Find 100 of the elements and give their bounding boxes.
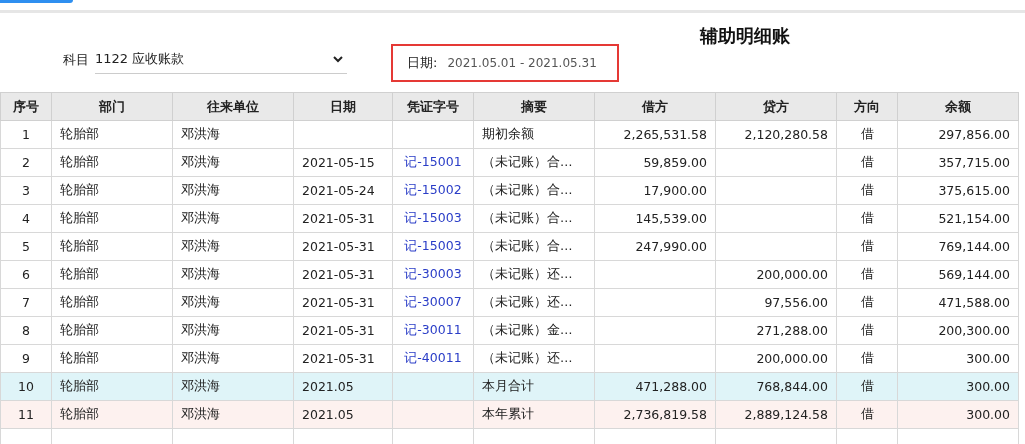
table-cell: 邓洪海 (172, 260, 294, 289)
table-cell: 2021-05-31 (293, 204, 393, 233)
table-cell: 借 (836, 260, 898, 289)
table-cell: 本年累计 (473, 400, 595, 429)
table-cell: 轮胎部 (51, 316, 173, 345)
table-cell: 297,856.00 (897, 120, 1019, 149)
table-cell: 2021-05-31 (293, 316, 393, 345)
table-cell: （未记账）还… (473, 288, 595, 317)
table-cell: 轮胎部 (51, 204, 173, 233)
table-cell: 邓洪海 (172, 204, 294, 233)
table-cell: 2021-05-31 (293, 344, 393, 373)
table-cell: 4 (0, 204, 52, 233)
table-cell: 300.00 (897, 400, 1019, 429)
table-cell: 邓洪海 (172, 120, 294, 149)
table-cell: 271,288.00 (715, 316, 837, 345)
column-header: 凭证字号 (392, 92, 474, 121)
table-cell: 769,144.00 (897, 232, 1019, 261)
column-header: 序号 (0, 92, 52, 121)
table-cell: 2021-05-15 (293, 148, 393, 177)
table-cell: 7 (0, 288, 52, 317)
table-cell: （未记账）合… (473, 232, 595, 261)
table-cell: 471,288.00 (594, 372, 716, 401)
table-cell: 借 (836, 120, 898, 149)
column-header: 日期 (293, 92, 393, 121)
table-cell: 2,736,819.58 (594, 400, 716, 429)
table-cell: 200,000.00 (715, 344, 837, 373)
chevron-down-icon (333, 55, 343, 63)
table-cell: 247,990.00 (594, 232, 716, 261)
table-cell: 借 (836, 344, 898, 373)
table-cell: 6 (0, 260, 52, 289)
table-cell: 200,000.00 (715, 260, 837, 289)
table-cell: 借 (836, 400, 898, 429)
column-header: 借方 (594, 92, 716, 121)
table-cell: 轮胎部 (51, 148, 173, 177)
table-cell: 97,556.00 (715, 288, 837, 317)
table-cell: 轮胎部 (51, 400, 173, 429)
table-cell: 2021.05 (293, 400, 393, 429)
table-cell: 1 (0, 120, 52, 149)
subject-label: 科目 (63, 51, 89, 69)
table-cell: 300.00 (897, 344, 1019, 373)
table-cell: 轮胎部 (51, 176, 173, 205)
table-cell: 10 (0, 372, 52, 401)
table-cell: （未记账）金… (473, 316, 595, 345)
table-cell: 145,539.00 (594, 204, 716, 233)
column-header: 余额 (897, 92, 1019, 121)
table-cell: 借 (836, 288, 898, 317)
table-cell: 2021.05 (293, 372, 393, 401)
table-cell: 2021-05-31 (293, 232, 393, 261)
table-cell: 邓洪海 (172, 176, 294, 205)
table-cell: 9 (0, 344, 52, 373)
table-cell: 借 (836, 204, 898, 233)
table-cell: 邓洪海 (172, 316, 294, 345)
table-cell: （未记账）还… (473, 260, 595, 289)
column-header: 摘要 (473, 92, 595, 121)
table-cell: （未记账）合… (473, 148, 595, 177)
table-cell: 5 (0, 232, 52, 261)
table-cell: （未记账）还… (473, 344, 595, 373)
date-range: 2021.05.01 - 2021.05.31 (447, 56, 597, 70)
report-title: 辅助明细账 (700, 24, 790, 46)
table-cell: 期初余额 (473, 120, 595, 149)
table-cell: 8 (0, 316, 52, 345)
table-cell: 471,588.00 (897, 288, 1019, 317)
table-cell: 375,615.00 (897, 176, 1019, 205)
table-cell: 邓洪海 (172, 400, 294, 429)
table-cell: 768,844.00 (715, 372, 837, 401)
table-cell: 300.00 (897, 372, 1019, 401)
table-cell: 借 (836, 372, 898, 401)
date-label: 日期: (407, 54, 438, 72)
table-cell: 3 (0, 176, 52, 205)
table-cell: 邓洪海 (172, 148, 294, 177)
table-cell: 轮胎部 (51, 120, 173, 149)
table-cell: 邓洪海 (172, 232, 294, 261)
table-cell: 借 (836, 148, 898, 177)
table-cell: 借 (836, 176, 898, 205)
column-header: 贷方 (715, 92, 837, 121)
table-cell: 轮胎部 (51, 372, 173, 401)
table-cell: 借 (836, 316, 898, 345)
column-header: 方向 (836, 92, 898, 121)
column-header: 部门 (51, 92, 173, 121)
table-cell: 轮胎部 (51, 288, 173, 317)
table-cell: 2021-05-31 (293, 260, 393, 289)
table-cell: 邓洪海 (172, 288, 294, 317)
table-cell: 11 (0, 400, 52, 429)
column-header: 往来单位 (172, 92, 294, 121)
table-cell: 569,144.00 (897, 260, 1019, 289)
table-cell: 本月合计 (473, 372, 595, 401)
table-cell: 轮胎部 (51, 260, 173, 289)
table-cell: 521,154.00 (897, 204, 1019, 233)
table-cell: 357,715.00 (897, 148, 1019, 177)
table-cell: （未记账）合… (473, 204, 595, 233)
subject-dropdown[interactable]: 1122 应收账款 (95, 50, 347, 74)
table-cell: 200,300.00 (897, 316, 1019, 345)
table-cell: 邓洪海 (172, 372, 294, 401)
table-cell: 2021-05-24 (293, 176, 393, 205)
table-cell: 2,889,124.58 (715, 400, 837, 429)
table-cell: 邓洪海 (172, 344, 294, 373)
table-cell: （未记账）合… (473, 176, 595, 205)
table-cell: 59,859.00 (594, 148, 716, 177)
table-cell: 17,900.00 (594, 176, 716, 205)
table-cell: 借 (836, 232, 898, 261)
